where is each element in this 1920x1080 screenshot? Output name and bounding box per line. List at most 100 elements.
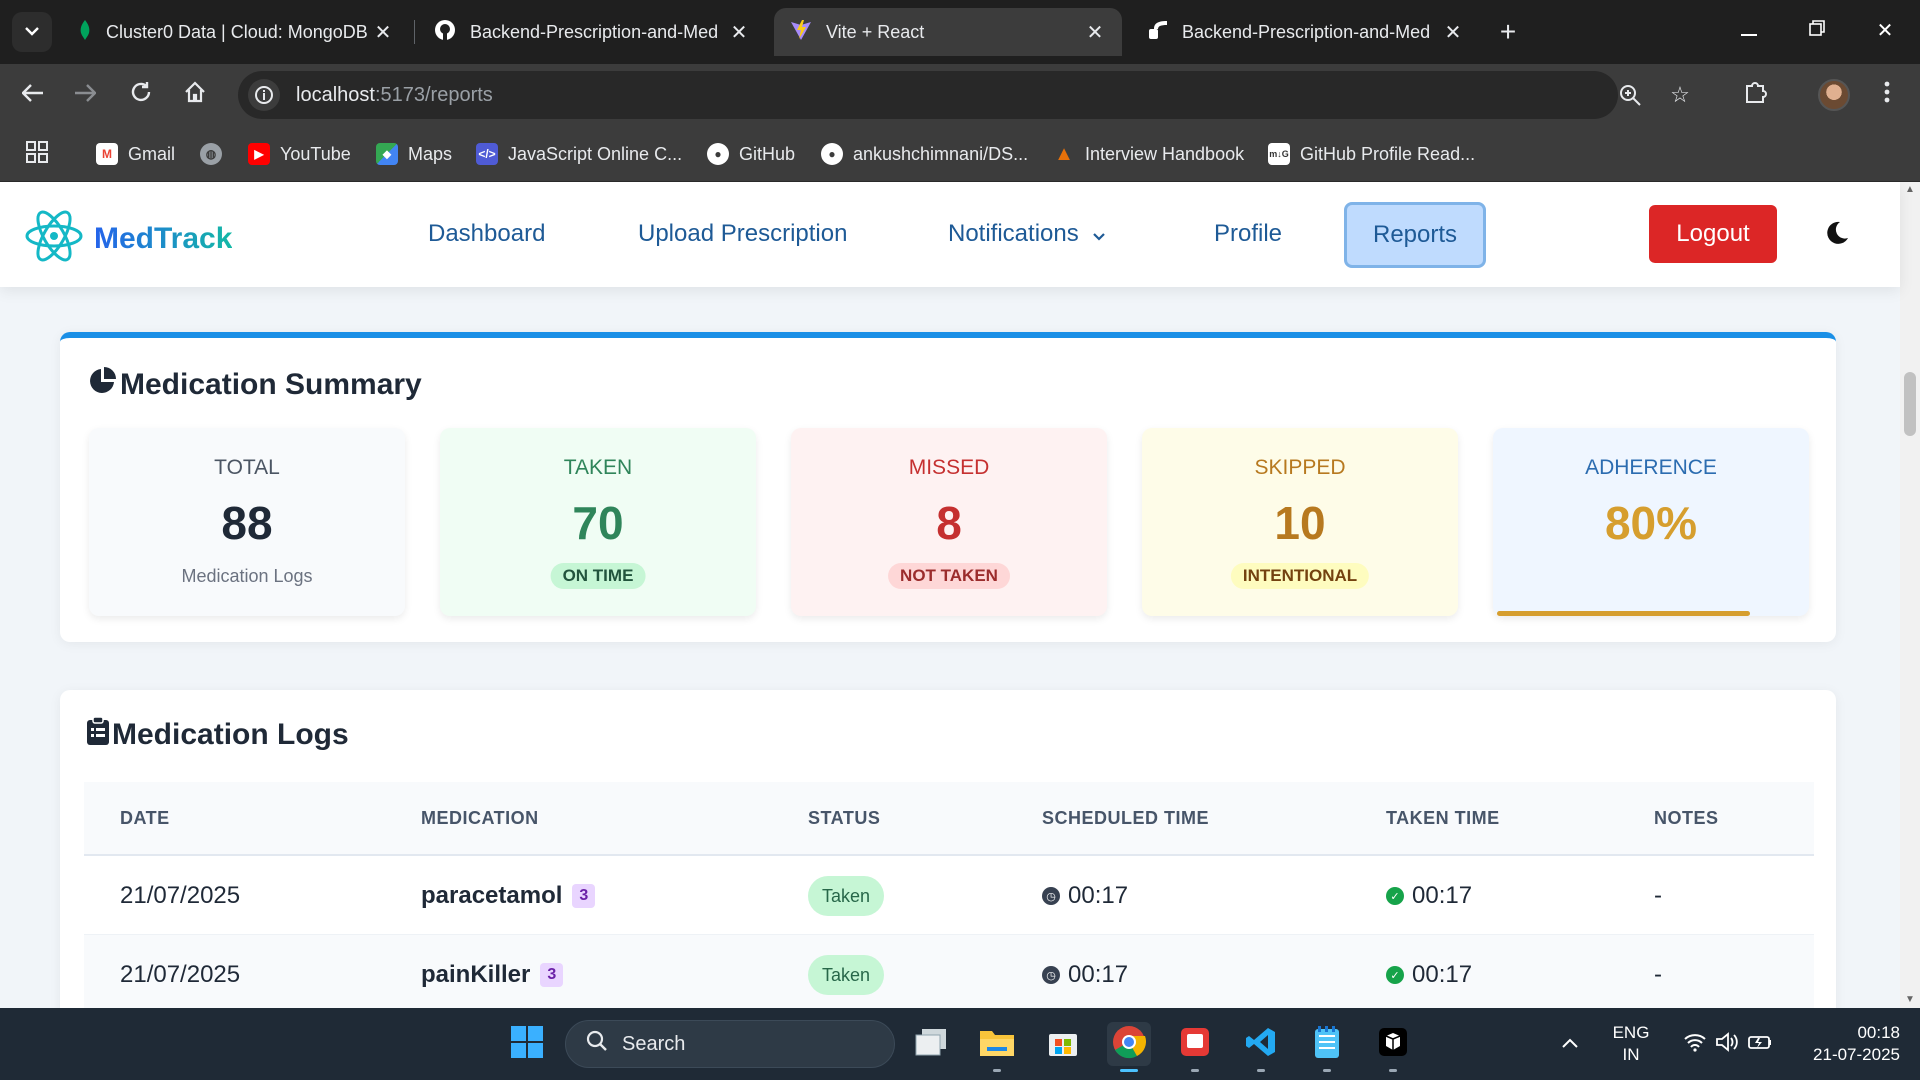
page-scrollbar[interactable]: ▲ ▼ [1900,182,1920,1008]
apps-button[interactable] [26,140,48,168]
bookmark-gmail[interactable]: M Gmail [96,140,175,168]
profile-avatar[interactable] [1818,79,1850,111]
chrome-taskbar-button[interactable] [1107,1022,1151,1072]
url-path: :5173/reports [374,83,493,106]
cell-notes: - [1654,961,1662,988]
nav-reports[interactable]: Reports [1344,202,1487,268]
stat-missed: MISSED 8 NOT TAKEN [791,428,1107,616]
nav-notifications-label: Notifications [948,220,1079,247]
stat-value: 88 [221,497,273,549]
browser-tab-bar: Cluster0 Data | Cloud: MongoDB ✕ Backend… [0,0,1920,64]
medication-logs-card: Medication Logs DATE MEDICATION STATUS S… [60,690,1836,1008]
bookmark-ankushchimnani[interactable]: ● ankushchimnani/DS... [821,140,1028,168]
vscode-button[interactable] [1239,1022,1283,1072]
language-indicator[interactable]: ENG IN [1604,1022,1658,1066]
cell-medication: paracetamol 3 [421,882,596,910]
gmail-icon: M [96,143,118,165]
taskbar-search-placeholder: Search [622,1032,686,1055]
arrow-left-icon [21,81,44,109]
quick-settings-button[interactable] [1670,1022,1786,1066]
forward-button[interactable] [64,74,106,116]
running-indicator [1323,1069,1331,1072]
logout-button[interactable]: Logout [1649,205,1777,263]
restore-button[interactable] [1782,0,1852,60]
scheduled-time-text: 00:17 [1068,882,1129,909]
snipping-tool-button[interactable] [1173,1022,1217,1072]
tab-title: Cluster0 Data | Cloud: MongoDB [106,21,368,42]
nav-dashboard[interactable]: Dashboard [428,212,545,256]
microsoft-store-button[interactable] [1041,1022,1085,1066]
brand-logo[interactable]: MedTrack [24,208,232,269]
folder-icon [979,1027,1015,1062]
taskbar-search[interactable]: Search [565,1020,895,1068]
notepad-icon [1313,1025,1341,1064]
tab-title: Backend-Prescription-and-Med [1182,21,1431,42]
apps-grid-icon [26,140,48,168]
home-button[interactable] [174,74,216,116]
bookmark-label: JavaScript Online C... [508,143,683,164]
table-row: 21/07/2025 painKiller 3 Taken ◷ 00:17 ✓ … [84,935,1814,1008]
site-info-icon[interactable] [248,79,280,111]
notepad-button[interactable] [1305,1022,1349,1072]
start-button[interactable] [505,1022,549,1066]
bookmark-github[interactable]: ● GitHub [707,140,795,168]
browser-tab-render[interactable]: Backend-Prescription-and-Med ✕ [1132,8,1480,56]
puzzle-icon [1743,80,1767,111]
bookmark-globe[interactable]: ◍ [200,140,232,168]
close-icon[interactable]: ✕ [1084,20,1106,45]
tab-search-button[interactable] [12,12,52,52]
app-navbar: MedTrack Dashboard Upload Prescription N… [0,182,1900,287]
close-icon[interactable]: ✕ [372,20,394,45]
scroll-up-arrow-icon[interactable]: ▲ [1904,184,1916,196]
youtube-icon: ▶ [248,143,270,165]
nav-profile[interactable]: Profile [1214,212,1282,256]
close-window-button[interactable]: ✕ [1850,0,1920,60]
bookmark-star-icon[interactable]: ☆ [1664,79,1696,111]
close-icon[interactable]: ✕ [728,20,750,45]
scroll-down-arrow-icon[interactable]: ▼ [1904,994,1916,1006]
show-hidden-icons-button[interactable] [1553,1022,1587,1066]
minimize-button[interactable] [1714,0,1784,60]
zoom-icon[interactable] [1614,79,1646,111]
plus-icon: + [1499,16,1517,47]
terminal-app-button[interactable] [1371,1022,1415,1072]
browser-tab-vite[interactable]: Vite + React ✕ [774,8,1122,56]
task-view-button[interactable] [909,1022,953,1066]
stat-adherence: ADHERENCE 80% [1493,428,1809,616]
clock[interactable]: 00:18 21-07-2025 [1790,1022,1900,1066]
bookmark-youtube[interactable]: ▶ YouTube [248,140,351,168]
stat-taken: TAKEN 70 ON TIME [440,428,756,616]
bookmark-github-profile-readme[interactable]: m↓G GitHub Profile Read... [1268,140,1475,168]
nav-upload-prescription[interactable]: Upload Prescription [638,212,847,256]
vite-icon [790,19,812,46]
more-vertical-icon [1884,81,1890,110]
home-icon [184,80,206,110]
cell-notes: - [1654,882,1662,909]
address-bar[interactable]: localhost:5173/reports ☆ [238,71,1690,119]
browser-tab-github[interactable]: Backend-Prescription-and-Med ✕ [418,8,766,56]
cell-date: 21/07/2025 [120,961,241,988]
bookmark-interview-handbook[interactable]: ▲ Interview Handbook [1053,140,1244,168]
clock-icon: ◷ [1042,887,1060,905]
cell-taken-time: ✓ 00:17 [1386,961,1472,989]
nav-notifications[interactable]: Notifications [948,212,1105,256]
theme-toggle-button[interactable] [1820,218,1854,252]
status-badge: Taken [808,876,885,916]
logs-title: Medication Logs [86,716,349,754]
file-explorer-button[interactable] [975,1022,1019,1072]
close-icon[interactable]: ✕ [1442,20,1464,45]
extensions-button[interactable] [1734,74,1776,116]
running-indicator [1191,1069,1199,1072]
bookmark-maps[interactable]: ⬥ Maps [376,140,452,168]
stat-label: SKIPPED [1254,456,1346,479]
handbook-icon: ▲ [1054,142,1074,165]
reload-button[interactable] [120,74,162,116]
new-tab-button[interactable]: + [1490,14,1526,50]
browser-menu-button[interactable] [1866,74,1908,116]
bookmark-javascript-online[interactable]: </> JavaScript Online C... [476,140,682,168]
cell-taken-time: ✓ 00:17 [1386,882,1472,910]
scrollbar-thumb[interactable] [1904,372,1916,436]
clock-icon: ◷ [1042,966,1060,984]
browser-tab-mongodb[interactable]: Cluster0 Data | Cloud: MongoDB ✕ [62,8,410,56]
back-button[interactable] [12,74,54,116]
